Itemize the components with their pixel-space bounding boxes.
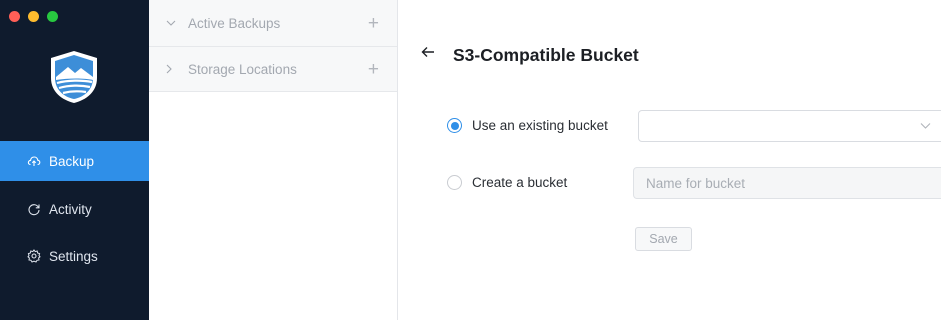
option-existing-bucket[interactable]: Use an existing bucket xyxy=(447,118,608,133)
sidebar-item-label: Backup xyxy=(49,153,95,169)
bucket-name-input[interactable] xyxy=(633,167,941,199)
chevron-down-icon xyxy=(920,123,931,129)
cloud-upload-icon xyxy=(27,154,41,168)
save-button[interactable]: Save xyxy=(635,227,692,251)
group-label: Storage Locations xyxy=(188,61,297,77)
page-title: S3-Compatible Bucket xyxy=(453,45,639,65)
refresh-icon xyxy=(27,202,41,216)
existing-bucket-radio[interactable] xyxy=(447,118,462,133)
sidebar-item-label: Settings xyxy=(49,248,98,264)
window-close-button[interactable] xyxy=(9,11,20,22)
option-label: Create a bucket xyxy=(472,175,568,190)
chevron-right-icon xyxy=(166,64,176,74)
chevron-down-icon xyxy=(166,20,176,26)
sidebar-item-label: Activity xyxy=(49,201,92,217)
gear-icon xyxy=(27,249,41,263)
sidebar: Backup Activity Settings xyxy=(0,0,149,320)
shield-mountain-icon xyxy=(51,51,97,103)
sidebar-item-backup[interactable]: Backup xyxy=(0,141,149,181)
window-zoom-button[interactable] xyxy=(47,11,58,22)
window-controls xyxy=(9,11,58,22)
sidebar-item-settings[interactable]: Settings xyxy=(0,236,149,276)
create-bucket-radio[interactable] xyxy=(447,175,462,190)
group-label: Active Backups xyxy=(188,15,281,31)
backup-list-panel: Active Backups + Storage Locations + xyxy=(149,0,398,320)
group-storage-locations[interactable]: Storage Locations + xyxy=(149,47,397,92)
main-content: S3-Compatible Bucket Use an existing buc… xyxy=(398,0,941,320)
add-storage-location-button[interactable]: + xyxy=(368,60,379,79)
back-arrow-icon[interactable] xyxy=(420,44,436,60)
group-active-backups[interactable]: Active Backups + xyxy=(149,0,397,47)
add-backup-button[interactable]: + xyxy=(368,14,379,33)
existing-bucket-select[interactable] xyxy=(638,110,941,142)
sidebar-item-activity[interactable]: Activity xyxy=(0,189,149,229)
option-create-bucket[interactable]: Create a bucket xyxy=(447,175,567,190)
option-label: Use an existing bucket xyxy=(472,118,608,133)
window-minimize-button[interactable] xyxy=(28,11,39,22)
